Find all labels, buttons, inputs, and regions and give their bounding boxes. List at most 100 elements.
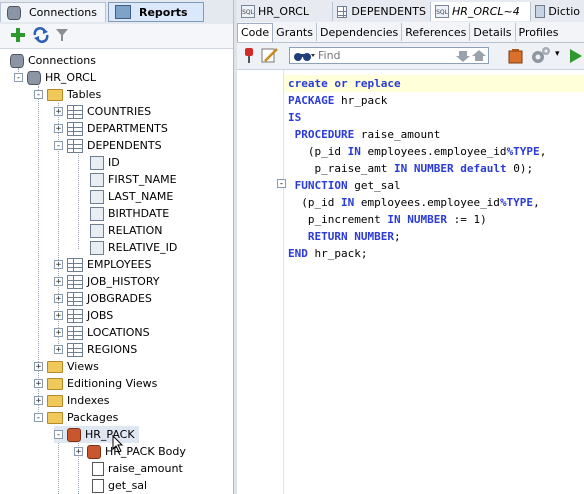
tree-node-tables[interactable]: - Tables	[34, 86, 101, 103]
tree-node-package-selected[interactable]: - HR_PACK	[54, 426, 139, 443]
tree-node-column[interactable]: BIRTHDATE	[90, 205, 169, 222]
tree-node-package-body[interactable]: + HR_PACK Body	[74, 443, 186, 460]
tree-label: LAST_NAME	[108, 190, 174, 203]
expand-toggle[interactable]: +	[34, 379, 43, 389]
code-line-9: p_increment IN NUMBER := 1)	[288, 213, 487, 226]
refresh-icon[interactable]	[32, 27, 50, 43]
expand-toggle[interactable]: +	[54, 277, 63, 287]
expand-toggle[interactable]: +	[54, 311, 63, 321]
tab-grants[interactable]: Grants	[273, 23, 317, 41]
tree-node-table[interactable]: - DEPENDENTS	[54, 137, 162, 154]
edit-icon[interactable]	[261, 47, 279, 64]
expand-toggle[interactable]: +	[34, 362, 43, 372]
tree-label: Connections	[28, 54, 96, 67]
tree-node-table[interactable]: + JOBGRADES	[54, 290, 152, 307]
expand-toggle[interactable]: +	[54, 345, 63, 355]
tree-node-table[interactable]: + JOB_HISTORY	[54, 273, 159, 290]
find-box[interactable]	[289, 47, 489, 64]
tree-node-editioning-views[interactable]: + Editioning Views	[34, 375, 157, 392]
connections-panel: Connections Reports Connections - HR_ORC…	[0, 0, 233, 494]
collapse-toggle[interactable]: -	[34, 90, 43, 100]
doc-tab-hr-orcl-4[interactable]: SQL HR_ORCL~4	[431, 2, 531, 21]
expand-toggle[interactable]: +	[54, 124, 63, 134]
dropdown-arrow-icon[interactable]: ▾	[555, 49, 560, 59]
tree-node-column[interactable]: RELATION	[90, 222, 163, 239]
doc-tab-label: Dictio	[548, 5, 580, 18]
filter-icon[interactable]	[55, 27, 69, 43]
doc-tab-dependents[interactable]: DEPENDENTS	[333, 2, 431, 21]
mouse-cursor-icon	[112, 435, 124, 453]
connections-icon	[10, 53, 24, 68]
collapse-toggle[interactable]: -	[34, 413, 43, 423]
tree-node-table[interactable]: + LOCATIONS	[54, 324, 150, 341]
tree-node-views[interactable]: + Views	[34, 358, 99, 375]
tree-node-connections[interactable]: Connections	[10, 52, 96, 69]
tree-node-column[interactable]: ID	[90, 154, 120, 171]
doc-tab-dictionary[interactable]: Dictio	[531, 2, 584, 21]
expand-toggle[interactable]: +	[54, 294, 63, 304]
tab-profiles[interactable]: Profiles	[516, 23, 562, 41]
tree-node-table[interactable]: + COUNTRIES	[54, 103, 151, 120]
connections-toolbar	[0, 24, 233, 49]
expand-toggle[interactable]: +	[54, 328, 63, 338]
compile-icon[interactable]	[508, 48, 524, 64]
tab-reports[interactable]: Reports	[108, 2, 204, 22]
function-icon	[92, 478, 104, 493]
run-icon[interactable]	[568, 48, 582, 64]
code-line-11: END hr_pack;	[288, 247, 368, 260]
tree-node-table[interactable]: + DEPARTMENTS	[54, 120, 168, 137]
collapse-toggle[interactable]: -	[54, 430, 63, 440]
find-input[interactable]	[316, 49, 450, 62]
tree-node-column[interactable]: LAST_NAME	[90, 188, 173, 205]
tree-label: BIRTHDATE	[108, 207, 170, 220]
tree-label: raise_amount	[108, 462, 183, 475]
document-tab-bar: SQL HR_ORCL DEPENDENTS SQL HR_ORCL~4 Dic…	[237, 0, 584, 23]
column-icon	[90, 206, 104, 221]
find-previous-icon[interactable]	[472, 49, 486, 63]
doc-tab-hr-orcl[interactable]: SQL HR_ORCL	[237, 2, 333, 21]
code-line-5: (p_id IN employees.employee_id%TYPE,	[288, 145, 547, 158]
column-icon	[90, 240, 104, 255]
dictionary-icon	[535, 5, 546, 18]
collapse-toggle[interactable]: -	[54, 141, 63, 151]
tree-node-column[interactable]: FIRST_NAME	[90, 171, 177, 188]
tree-node-function[interactable]: get_sal	[92, 477, 147, 494]
tree-node-column[interactable]: RELATIVE_ID	[90, 239, 177, 256]
tree-label: HR_ORCL	[45, 71, 96, 84]
tab-details[interactable]: Details	[470, 23, 516, 41]
tree-node-indexes[interactable]: + Indexes	[34, 392, 109, 409]
sql-worksheet-icon: SQL	[241, 5, 255, 18]
folder-icon	[47, 377, 63, 390]
tree-label: DEPARTMENTS	[87, 122, 168, 135]
find-next-icon[interactable]	[456, 49, 470, 63]
tab-dependencies[interactable]: Dependencies	[317, 23, 403, 41]
expand-toggle[interactable]: +	[54, 260, 63, 270]
tree-node-table[interactable]: + EMPLOYEES	[54, 256, 151, 273]
code-editor[interactable]: - create or replace PACKAGE hr_pack IS P…	[237, 70, 584, 494]
plus-icon[interactable]	[10, 27, 26, 43]
table-icon	[67, 104, 83, 119]
fold-toggle[interactable]: -	[277, 179, 286, 189]
gears-icon[interactable]	[530, 46, 552, 66]
code-line-1: create or replace	[288, 77, 401, 90]
connections-icon	[7, 5, 21, 20]
tree-node-packages[interactable]: - Packages	[34, 409, 118, 426]
tree-node-hr-orcl[interactable]: - HR_ORCL	[14, 69, 96, 86]
tree-node-table[interactable]: + JOBS	[54, 307, 113, 324]
tab-connections[interactable]: Connections	[0, 2, 106, 22]
tree-label: LOCATIONS	[87, 326, 150, 339]
expand-toggle[interactable]: +	[74, 447, 83, 457]
table-icon	[67, 138, 83, 153]
pin-icon[interactable]	[242, 47, 256, 64]
tree-node-procedure[interactable]: raise_amount	[92, 460, 183, 477]
collapse-toggle[interactable]: -	[14, 73, 23, 83]
tab-references[interactable]: References	[402, 23, 471, 41]
tree-label: Editioning Views	[67, 377, 158, 390]
package-body-icon	[87, 444, 101, 459]
expand-toggle[interactable]: +	[34, 396, 43, 406]
tab-code[interactable]: Code	[237, 22, 274, 42]
code-line-8: (p_id IN employees.employee_id%TYPE,	[288, 196, 540, 209]
expand-toggle[interactable]: +	[54, 107, 63, 117]
tree-node-table[interactable]: + REGIONS	[54, 341, 137, 358]
tree-label: ID	[108, 156, 120, 169]
